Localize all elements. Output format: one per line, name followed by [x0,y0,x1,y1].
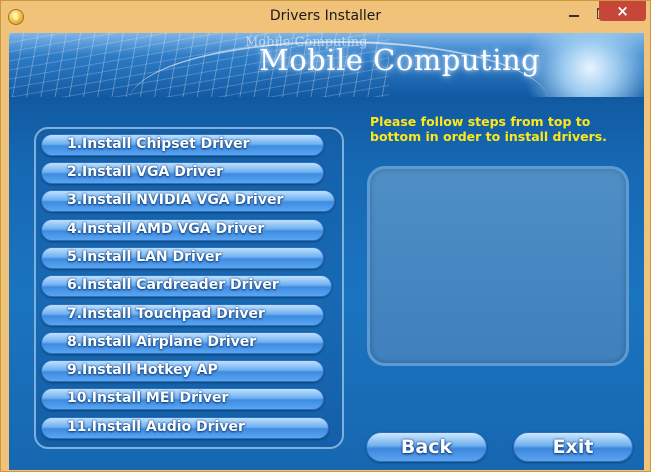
install-lan-driver-button[interactable]: 5.Install LAN Driver [41,247,324,269]
button-label: 2.Install VGA Driver [67,164,224,180]
install-chipset-driver-button[interactable]: 1.Install Chipset Driver [41,134,324,156]
installer-window: Drivers Installer × Mobile Computing Mob… [0,0,651,472]
button-label: 6.Install Cardreader Driver [67,277,279,293]
install-mei-driver-button[interactable]: 10.Install MEI Driver [41,388,324,410]
button-label: 7.Install Touchpad Driver [67,306,265,322]
exit-label: Exit [552,436,594,458]
button-label: 3.Install NVIDIA VGA Driver [67,192,284,208]
banner-title: Mobile Computing [259,43,541,77]
install-cardreader-driver-button[interactable]: 6.Install Cardreader Driver [41,275,332,297]
close-icon: × [616,2,629,20]
exit-button[interactable]: Exit [513,432,633,462]
back-label: Back [400,436,453,458]
title-bar: Drivers Installer × [1,1,650,33]
install-audio-driver-button[interactable]: 11.Install Audio Driver [41,417,329,439]
button-label: 11.Install Audio Driver [67,419,245,435]
button-label: 9.Install Hotkey AP [67,362,218,378]
window-title: Drivers Installer [269,8,382,24]
back-button[interactable]: Back [366,432,487,462]
close-button[interactable]: × [599,1,646,21]
install-touchpad-driver-button[interactable]: 7.Install Touchpad Driver [41,304,324,326]
button-label: 8.Install Airplane Driver [67,334,257,350]
minimize-button[interactable] [561,2,587,22]
installer-content: Mobile Computing Mobile Computing 1.Inst… [9,33,644,470]
button-label: 1.Install Chipset Driver [67,136,250,152]
install-hotkey-ap-button[interactable]: 9.Install Hotkey AP [41,360,324,382]
instruction-text: Please follow steps from top to bottom i… [370,114,607,144]
header-banner: Mobile Computing Mobile Computing [9,33,644,97]
install-amd-vga-driver-button[interactable]: 4.Install AMD VGA Driver [41,219,324,241]
install-airplane-driver-button[interactable]: 8.Install Airplane Driver [41,332,324,354]
info-display-panel [367,166,629,366]
install-vga-driver-button[interactable]: 2.Install VGA Driver [41,162,324,184]
install-nvidia-vga-driver-button[interactable]: 3.Install NVIDIA VGA Driver [41,190,335,212]
button-label: 5.Install LAN Driver [67,249,222,265]
button-label: 10.Install MEI Driver [67,390,229,406]
button-label: 4.Install AMD VGA Driver [67,221,265,237]
